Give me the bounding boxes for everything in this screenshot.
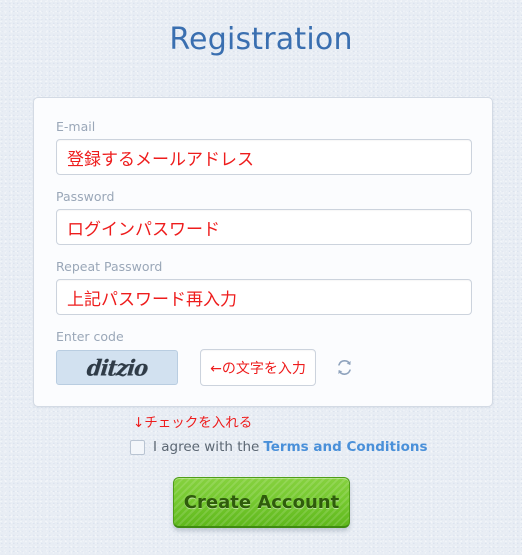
create-account-button[interactable]: Create Account xyxy=(173,477,350,528)
repeat-password-label: Repeat Password xyxy=(56,259,163,274)
email-input[interactable] xyxy=(56,139,472,175)
captcha-text: ditzio xyxy=(85,354,149,381)
registration-form-card: E-mail Password Repeat Password Enter co… xyxy=(33,97,493,407)
captcha-field-group: Enter code ditzio xyxy=(56,329,472,386)
captcha-row: ditzio xyxy=(56,349,472,386)
password-field-group: Password xyxy=(56,189,472,245)
email-label: E-mail xyxy=(56,119,96,134)
check-hint-note: ↓チェックを入れる xyxy=(133,415,253,431)
page-title: Registration xyxy=(169,22,353,57)
refresh-icon[interactable] xyxy=(334,358,354,378)
agreement-row: I agree with the Terms and Conditions xyxy=(130,438,428,456)
repeat-password-input[interactable] xyxy=(56,279,472,315)
captcha-label: Enter code xyxy=(56,329,124,344)
agree-checkbox[interactable] xyxy=(130,439,145,455)
registration-page: Registration E-mail Password Repeat Pass… xyxy=(0,0,522,555)
captcha-image: ditzio xyxy=(56,350,178,385)
agree-label: I agree with the xyxy=(153,439,260,455)
captcha-input[interactable] xyxy=(200,349,316,386)
password-label: Password xyxy=(56,189,115,204)
email-field-group: E-mail xyxy=(56,119,472,175)
password-input[interactable] xyxy=(56,209,472,245)
repeat-password-field-group: Repeat Password xyxy=(56,259,472,315)
terms-and-conditions-link[interactable]: Terms and Conditions xyxy=(263,439,427,455)
